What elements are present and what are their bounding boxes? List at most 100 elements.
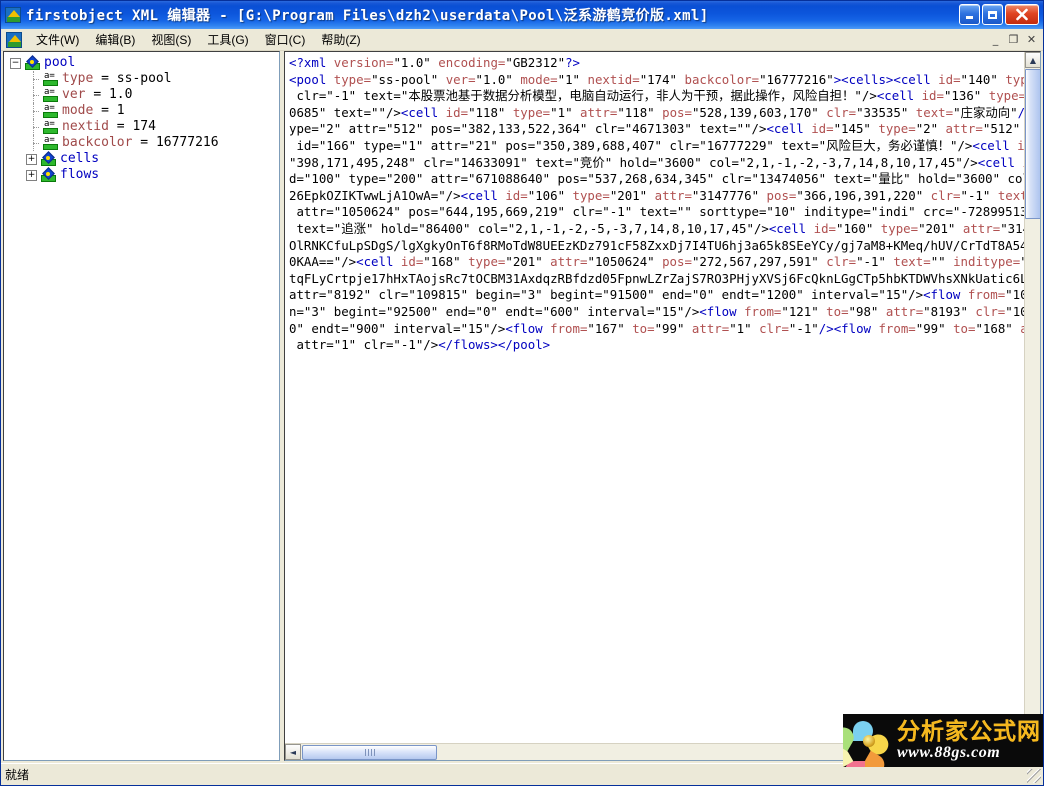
tree-node-pool[interactable]: − pool xyxy=(10,54,279,71)
expand-expander-icon[interactable]: + xyxy=(26,153,37,165)
scroll-thumb-grip-icon xyxy=(364,749,375,756)
tree-node-cells[interactable]: + cells xyxy=(10,150,279,167)
editor-line: "398,171,495,248" clr="14633091" text="竞… xyxy=(289,154,1024,170)
menu-item-window[interactable]: 窗口(C) xyxy=(257,29,314,50)
mdi-close-button[interactable]: ✕ xyxy=(1023,31,1040,47)
watermark-title: 分析家公式网 xyxy=(897,718,1041,744)
close-icon xyxy=(1016,8,1028,21)
menu-bar: 文件(W) 编辑(B) 视图(S) 工具(G) 窗口(C) 帮助(Z) _ ❐ … xyxy=(1,29,1043,51)
editor-line: attr="1" clr="-1"/></flows></pool> xyxy=(289,337,551,353)
watermark-url: www.88gs.com xyxy=(897,744,1001,761)
editor-line: d="100" type="200" attr="671088640" pos=… xyxy=(289,171,1024,187)
title-bar: firstobject XML 编辑器 - [G:\Program Files\… xyxy=(1,1,1043,29)
close-button[interactable] xyxy=(1005,4,1039,25)
minimize-button[interactable] xyxy=(959,4,980,25)
xml-attribute-icon: a= xyxy=(43,135,58,150)
tree-node-label: pool xyxy=(44,55,76,70)
editor-line: <?xml version="1.0" encoding="GB2312"?> xyxy=(289,55,580,70)
editor-line: <pool type="ss-pool" ver="1.0" mode="1" … xyxy=(289,71,1024,87)
document-icon xyxy=(6,31,22,48)
xml-source-text[interactable]: <?xml version="1.0" encoding="GB2312"?> <… xyxy=(285,52,1024,743)
attr-equals: = xyxy=(101,103,109,118)
tree-line xyxy=(28,135,39,151)
window-title: firstobject XML 编辑器 - [G:\Program Files\… xyxy=(26,8,709,24)
editor-body: <?xml version="1.0" encoding="GB2312"?> <… xyxy=(285,52,1040,743)
attr-equals: = xyxy=(93,87,102,102)
xml-tree: − pool a= type = ss-pool a= ver = 1.0 a=… xyxy=(4,52,279,183)
attr-name: backcolor xyxy=(62,135,133,150)
maximize-button[interactable] xyxy=(982,4,1003,25)
editor-line: attr="1050624" pos="644,195,669,219" clr… xyxy=(289,204,1024,220)
tree-node-label: cells xyxy=(60,151,100,166)
tree-attr-mode[interactable]: a= mode = 1 xyxy=(10,103,279,119)
tree-line xyxy=(28,87,39,103)
tree-line xyxy=(28,103,39,119)
flower-logo-icon xyxy=(843,717,893,767)
attr-value: ss-pool xyxy=(116,71,172,86)
collapse-expander-icon[interactable]: − xyxy=(10,57,21,69)
mdi-window-controls: _ ❐ ✕ xyxy=(987,31,1040,47)
editor-line: 26EpkOZIKTwwLjA1OwA="/><cell id="106" ty… xyxy=(289,187,1024,203)
attr-name: ver xyxy=(62,87,86,102)
xml-attribute-icon: a= xyxy=(43,103,58,118)
menu-item-help[interactable]: 帮助(Z) xyxy=(313,29,368,50)
xml-attribute-icon: a= xyxy=(43,119,58,134)
editor-line: text="追涨" hold="86400" col="2,1,-1,-2,-5… xyxy=(289,220,1024,236)
xml-tree-pane[interactable]: − pool a= type = ss-pool a= ver = 1.0 a=… xyxy=(3,51,280,761)
mdi-restore-button[interactable]: ❐ xyxy=(1005,31,1022,47)
attr-name: type xyxy=(62,71,94,86)
split-panes: − pool a= type = ss-pool a= ver = 1.0 a=… xyxy=(3,51,1041,761)
menu-item-tools[interactable]: 工具(G) xyxy=(199,29,256,50)
menu-item-edit[interactable]: 编辑(B) xyxy=(87,29,143,50)
tree-node-flows[interactable]: + flows xyxy=(10,166,279,183)
firstobject-icon xyxy=(5,7,21,23)
editor-vertical-scrollbar[interactable]: ▲ ▼ xyxy=(1024,52,1040,743)
menu-item-file[interactable]: 文件(W) xyxy=(28,29,87,50)
status-text: 就绪 xyxy=(5,768,30,782)
attr-value: 174 xyxy=(132,119,156,134)
tree-attr-nextid[interactable]: a= nextid = 174 xyxy=(10,119,279,135)
editor-line: ype="2" attr="512" pos="382,133,522,364"… xyxy=(289,121,1021,137)
resize-grip-icon[interactable] xyxy=(1027,769,1041,783)
application-window: firstobject XML 编辑器 - [G:\Program Files\… xyxy=(0,0,1044,786)
attr-equals: = xyxy=(140,135,149,150)
menu-item-view[interactable]: 视图(S) xyxy=(143,29,199,50)
editor-line: 0KAA=="/><cell id="168" type="201" attr=… xyxy=(289,254,1024,270)
tree-node-label: flows xyxy=(60,167,100,182)
xml-element-icon xyxy=(41,150,56,166)
attr-equals: = xyxy=(101,71,109,86)
editor-line: tqFLyCrtpje17hHxTAojsRc7tOCBM31AxdqzRBfd… xyxy=(289,270,1024,286)
attr-name: mode xyxy=(62,103,94,118)
scroll-up-icon[interactable]: ▲ xyxy=(1025,52,1040,68)
tree-attr-type[interactable]: a= type = ss-pool xyxy=(10,71,279,87)
attr-value: 16777216 xyxy=(155,135,219,150)
attr-equals: = xyxy=(116,119,125,134)
xml-attribute-icon: a= xyxy=(43,87,58,102)
tree-line xyxy=(28,119,39,135)
scroll-left-icon[interactable]: ◄ xyxy=(285,744,301,760)
editor-line: id="166" type="1" attr="21" pos="350,389… xyxy=(289,137,1024,153)
vertical-scroll-thumb[interactable] xyxy=(1025,69,1040,219)
xml-attribute-icon: a= xyxy=(43,71,58,86)
attr-value: 1 xyxy=(116,103,125,118)
tree-attr-backcolor[interactable]: a= backcolor = 16777216 xyxy=(10,135,279,151)
attr-value: 1.0 xyxy=(108,87,133,102)
client-area: − pool a= type = ss-pool a= ver = 1.0 a=… xyxy=(1,51,1043,763)
editor-line: clr="-1" text="本股票池基于数据分析模型，电脑自动运行，非人为干预… xyxy=(289,88,1024,104)
xml-element-icon xyxy=(41,166,56,182)
watermark-logo: 分析家公式网 www.88gs.com xyxy=(843,714,1043,767)
tree-line xyxy=(28,71,39,87)
xml-text-editor-pane[interactable]: <?xml version="1.0" encoding="GB2312"?> <… xyxy=(284,51,1041,761)
horizontal-scroll-thumb[interactable] xyxy=(302,745,437,760)
editor-line: attr="8192" clr="109815" begin="3" begin… xyxy=(289,287,1024,303)
expand-expander-icon[interactable]: + xyxy=(26,169,37,181)
window-controls xyxy=(959,4,1039,25)
tree-attr-ver[interactable]: a= ver = 1.0 xyxy=(10,87,279,103)
mdi-minimize-button[interactable]: _ xyxy=(987,31,1004,47)
attr-name: nextid xyxy=(62,119,109,134)
editor-line: OlRNKCfuLpSDgS/lgXgkyOnT6f8RMoTdW8UEEzKD… xyxy=(289,237,1024,253)
editor-line: n="3" begint="92500" end="0" endt="600" … xyxy=(289,303,1024,319)
editor-line: 0" endt="900" interval="15"/><flow from=… xyxy=(289,320,1024,336)
xml-element-icon xyxy=(25,54,40,70)
editor-line: 0685" text=""/><cell id="118" type="1" a… xyxy=(289,104,1024,120)
